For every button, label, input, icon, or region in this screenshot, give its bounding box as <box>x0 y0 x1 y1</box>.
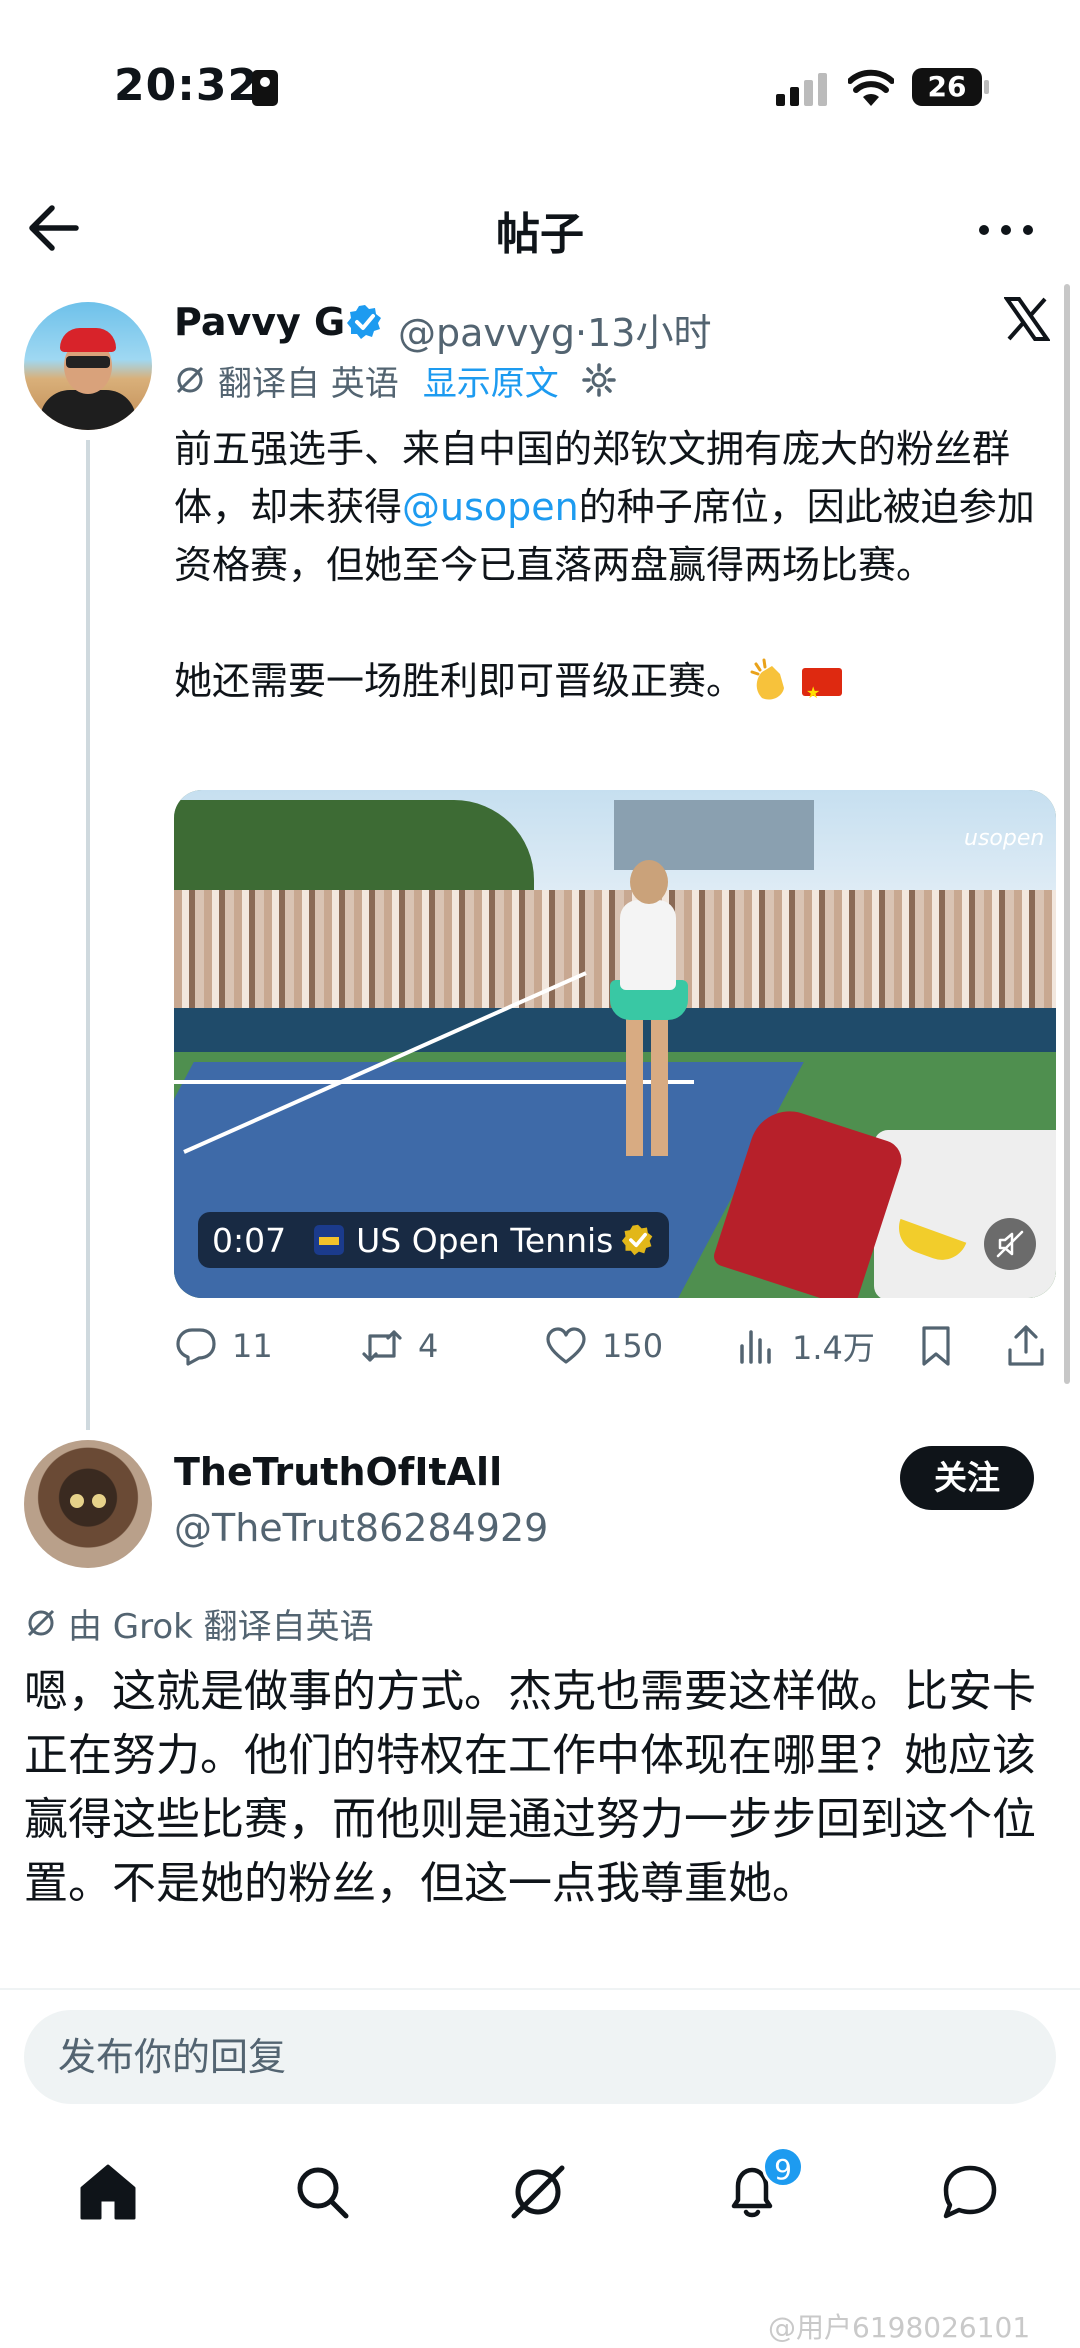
cellular-signal-icon <box>776 72 828 106</box>
more-options-icon[interactable] <box>976 210 1036 250</box>
id-card-icon <box>252 70 278 106</box>
translated-from-label: 翻译自 英语 <box>218 363 399 404</box>
share-icon <box>1008 1325 1044 1366</box>
repost-action[interactable]: 4 <box>360 1318 438 1374</box>
reply-input[interactable]: 发布你的回复 <box>24 2010 1056 2104</box>
separator-dot: · <box>575 311 588 355</box>
mention-link[interactable]: @usopen <box>402 485 579 529</box>
repost-count: 4 <box>418 1327 439 1365</box>
reply-action[interactable]: 11 <box>174 1318 273 1374</box>
wifi-icon <box>848 69 894 106</box>
author-avatar[interactable] <box>24 302 152 430</box>
grok-translation-label: 由 Grok 翻译自英语 <box>68 1606 374 1647</box>
grok-translate-icon <box>176 366 204 394</box>
clapping-hands-icon <box>750 658 785 700</box>
scrollbar[interactable] <box>1064 284 1070 1384</box>
author-handle[interactable]: @pavvyg·13小时 <box>398 302 711 357</box>
gear-icon[interactable] <box>581 362 617 398</box>
us-open-logo-icon <box>314 1225 345 1255</box>
reply-author-name[interactable]: TheTruthOfItAll <box>174 1450 502 1494</box>
thread-connector-line <box>86 440 90 1430</box>
post-paragraph-2: 她还需要一场胜利即可晋级正赛。 <box>174 652 1054 722</box>
page-title: 帖子 <box>496 209 584 260</box>
x-logo-icon <box>1004 297 1050 341</box>
battery-indicator: 26 <box>912 68 982 106</box>
china-flag-icon <box>802 664 843 722</box>
post-paragraph-1: 前五强选手、来自中国的郑钦文拥有庞大的粉丝群体，却未获得@usopen的种子席位… <box>174 420 1054 594</box>
messages-icon[interactable] <box>938 2160 1002 2224</box>
bottom-navigation <box>0 2150 1080 2250</box>
grok-nav-icon[interactable] <box>506 2160 570 2224</box>
compose-divider <box>0 1988 1080 1990</box>
post-text-part: 她还需要一场胜利即可晋级正赛。 <box>174 659 745 703</box>
reply-icon <box>176 1328 216 1366</box>
follow-button[interactable]: 关注 <box>900 1446 1034 1510</box>
grok-translation-row: 由 Grok 翻译自英语 <box>24 1600 374 1647</box>
heart-icon <box>546 1327 586 1364</box>
video-duration: 0:07 <box>212 1220 287 1260</box>
tennis-player-figure <box>602 860 692 1170</box>
reply-body: 嗯，这就是做事的方式。杰克也需要这样做。比安卡正在努力。他们的特权在工作中体现在… <box>24 1666 1036 1909</box>
post-action-bar: 11 4 150 1.4万 <box>174 1318 1056 1374</box>
home-icon[interactable] <box>76 2160 140 2224</box>
verified-badge-icon <box>347 305 381 339</box>
translation-row: 翻译自 英语 显示原文 <box>174 356 617 404</box>
reply-author-handle[interactable]: @TheTrut86284929 <box>174 1506 548 1550</box>
battery-cap <box>984 80 989 94</box>
notification-count-badge: 9 <box>762 2146 804 2188</box>
handle-text: @pavvyg <box>398 311 575 355</box>
weibo-watermark: @用户6198026101 <box>768 2311 1031 2344</box>
bookmark-action[interactable] <box>914 1318 972 1374</box>
post-time: 13小时 <box>587 311 712 355</box>
author-name[interactable]: Pavvy G <box>174 300 345 344</box>
reply-author-avatar[interactable] <box>24 1440 152 1568</box>
gold-verified-badge-icon <box>622 1224 653 1256</box>
views-count: 1.4万 <box>792 1329 875 1367</box>
analytics-icon <box>740 1330 771 1364</box>
video-player[interactable]: usopen 0:07 US Open Tennis <box>174 790 1056 1298</box>
status-bar: 20:32 26 <box>0 0 1080 180</box>
post-body: 前五强选手、来自中国的郑钦文拥有庞大的粉丝群体，却未获得@usopen的种子席位… <box>174 420 1054 722</box>
video-watermark: usopen <box>964 826 1045 851</box>
reply-count: 11 <box>232 1327 273 1365</box>
status-time: 20:32 <box>114 60 260 111</box>
like-count: 150 <box>602 1327 664 1365</box>
mute-icon[interactable] <box>984 1218 1036 1270</box>
bookmark-icon <box>922 1326 950 1366</box>
search-icon[interactable] <box>290 2160 354 2224</box>
repost-icon <box>362 1330 402 1362</box>
grok-icon <box>27 1609 55 1637</box>
share-action[interactable] <box>1004 1318 1062 1374</box>
video-source-name[interactable]: US Open Tennis <box>356 1221 613 1260</box>
like-action[interactable]: 150 <box>544 1318 663 1374</box>
top-bar: 帖子 <box>0 180 1080 276</box>
show-original-link[interactable]: 显示原文 <box>423 356 559 405</box>
views-action[interactable]: 1.4万 <box>734 1318 875 1374</box>
video-info-overlay: 0:07 US Open Tennis <box>198 1212 670 1268</box>
